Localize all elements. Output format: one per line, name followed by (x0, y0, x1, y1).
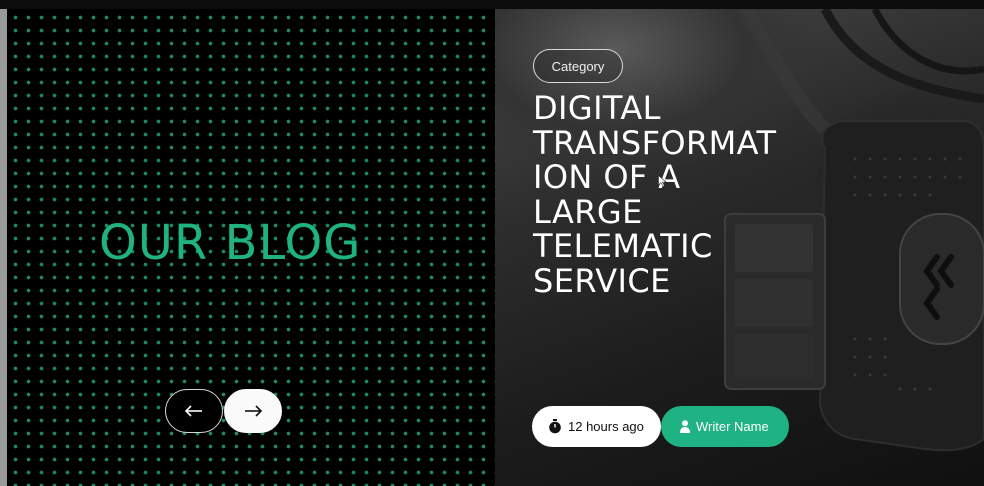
arrow-left-icon (184, 404, 204, 418)
person-icon (680, 420, 690, 433)
published-time-badge: 12 hours ago (532, 406, 661, 447)
title-line: DIGITAL (533, 89, 661, 127)
title-line: TELEMATIC (533, 227, 713, 265)
title-line: TRANSFORMAT (533, 123, 777, 162)
writer-link[interactable]: Writer Name (661, 406, 789, 447)
featured-article-card[interactable]: Category DIGITAL TRANSFORMAT ION OF A LA… (495, 9, 984, 486)
blog-heading: OUR BLOG (99, 215, 362, 271)
title-line: SERVICE (533, 261, 671, 300)
title-line: LARGE (533, 192, 643, 231)
mouse-pointer-icon (658, 172, 667, 191)
window-top-strip (0, 0, 984, 9)
blog-intro-panel: OUR BLOG (7, 9, 495, 486)
arrow-right-icon (243, 404, 263, 418)
category-tag[interactable]: Category (533, 49, 623, 83)
category-label: Category (551, 58, 605, 74)
stopwatch-icon (548, 419, 562, 434)
previous-button[interactable] (165, 389, 223, 433)
next-button[interactable] (224, 389, 282, 433)
article-title[interactable]: DIGITAL TRANSFORMAT ION OF A LARGE TELEM… (533, 91, 795, 298)
published-time-text: 12 hours ago (568, 419, 644, 434)
writer-name: Writer Name (696, 419, 769, 434)
